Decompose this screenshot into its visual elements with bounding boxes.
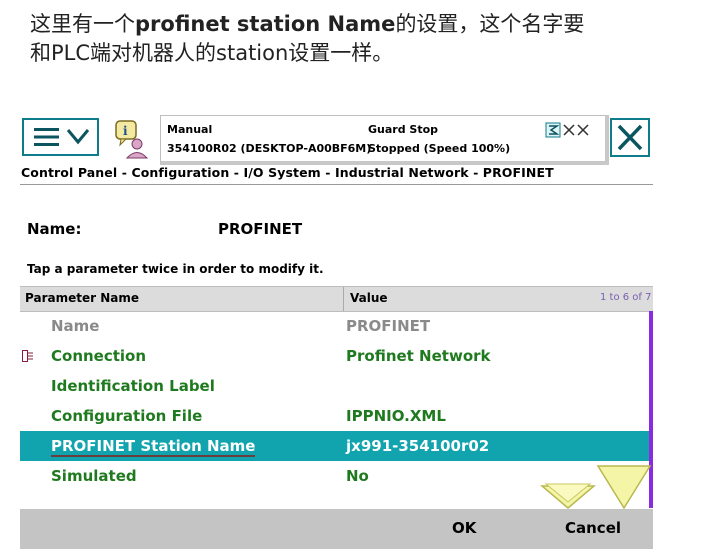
- caption: 这里有一个profinet station Name的设置，这个名字要 和PLC…: [30, 10, 670, 68]
- parameter-name: Name: [51, 317, 100, 335]
- table-row-selected[interactable]: PROFINET Station Name jx991-354100r02: [20, 431, 649, 461]
- table-header: Parameter Name Value 1 to 6 of 7: [20, 286, 653, 312]
- close-button[interactable]: [610, 118, 650, 157]
- scroll-arrows[interactable]: [540, 464, 652, 510]
- table-row[interactable]: Identification Label: [20, 371, 649, 401]
- table-row[interactable]: Name PROFINET: [20, 311, 649, 341]
- name-label: Name:: [27, 220, 82, 238]
- status-controller: 354100R02 (DESKTOP-A00BF6M): [167, 142, 372, 155]
- close-icon: [617, 124, 643, 151]
- status-state: Guard Stop: [368, 123, 439, 136]
- bottom-bar: OK Cancel: [20, 509, 653, 549]
- caption-line1-pre: 这里有一个: [30, 12, 135, 36]
- parameter-value: IPPNIO.XML: [346, 407, 446, 425]
- parameter-value: Profinet Network: [346, 347, 491, 365]
- table-row[interactable]: Connection Profinet Network: [20, 341, 649, 371]
- instruction-text: Tap a parameter twice in order to modify…: [27, 262, 324, 276]
- page-down-icon[interactable]: [540, 483, 597, 509]
- parameter-name: Identification Label: [51, 377, 215, 395]
- connection-icon: [22, 350, 33, 362]
- status-icons: [545, 122, 589, 138]
- status-panel[interactable]: Manual 354100R02 (DESKTOP-A00BF6M) Guard…: [160, 115, 609, 165]
- breadcrumb: Control Panel - Configuration - I/O Syst…: [21, 165, 554, 180]
- column-divider: [343, 287, 344, 311]
- scroll-down-icon[interactable]: [596, 465, 652, 510]
- caption-line1-post: 的设置，这个名字要: [395, 12, 585, 36]
- svg-text:i: i: [123, 124, 128, 138]
- caption-line1-bold: profinet station Name: [135, 12, 396, 36]
- column-header-parameter[interactable]: Parameter Name: [25, 291, 139, 305]
- cancel-button[interactable]: Cancel: [565, 519, 621, 537]
- status-mode: Manual: [167, 123, 213, 136]
- info-user-icon[interactable]: i: [112, 117, 152, 159]
- main-menu-button[interactable]: [22, 118, 99, 156]
- table-row[interactable]: Configuration File IPPNIO.XML: [20, 401, 649, 431]
- breadcrumb-divider: [20, 184, 653, 185]
- parameter-name: Configuration File: [51, 407, 203, 425]
- caption-line2: 和PLC端对机器人的station设置一样。: [30, 41, 394, 65]
- paging-indicator: 1 to 6 of 7: [600, 292, 652, 303]
- menu-icon: [34, 128, 90, 146]
- parameter-value: PROFINET: [346, 317, 431, 335]
- parameter-name: Connection: [51, 347, 147, 365]
- status-detail: Stopped (Speed 100%): [368, 142, 511, 155]
- column-header-value[interactable]: Value: [350, 291, 388, 305]
- parameter-value: jx991-354100r02: [346, 437, 490, 455]
- parameter-name: Simulated: [51, 467, 137, 485]
- name-value: PROFINET: [218, 220, 303, 238]
- parameter-value: No: [346, 467, 369, 485]
- top-bar: i Manual 354100R02 (DESKTOP-A00BF6M) Gua…: [20, 113, 653, 165]
- parameter-name: PROFINET Station Name: [51, 437, 256, 457]
- ok-button[interactable]: OK: [452, 519, 476, 537]
